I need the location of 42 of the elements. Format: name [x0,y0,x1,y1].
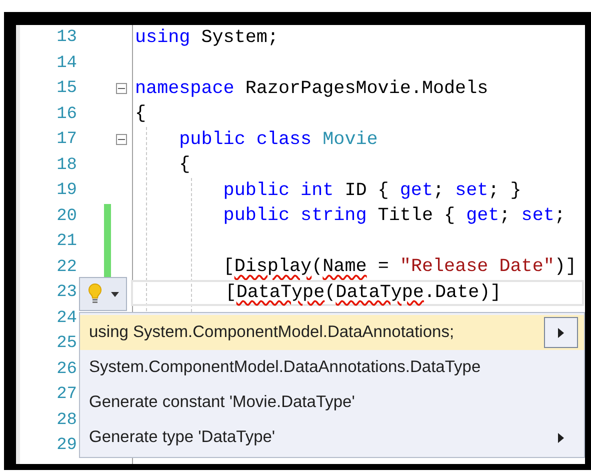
code-line: { [135,105,146,124]
line-number: 13 [56,29,77,46]
line-number: 17 [56,131,77,148]
quick-actions-lightbulb-button[interactable] [79,277,127,311]
collapse-icon[interactable] [116,134,126,146]
quick-action-label: Generate constant 'Movie.DataType' [89,392,355,414]
line-number: 21 [56,233,77,250]
quick-action-item[interactable]: Generate type 'DataType' [80,420,584,455]
caret-icon [110,292,118,296]
submenu-arrow-icon [558,328,564,338]
submenu-arrow-icon [558,432,564,442]
code-line: public int ID { get; set; } [222,182,522,200]
line-number: 16 [56,106,77,123]
code-line: namespace RazorPagesMovie.Models [135,80,488,98]
quick-action-item[interactable]: using System.ComponentModel.DataAnnotations; [80,315,584,350]
line-number: 22 [56,258,77,276]
line-number: 23 [56,284,77,302]
code-line: using System; [135,28,278,47]
line-number: 18 [56,156,77,174]
line-number: 15 [56,80,77,98]
code-line: public class Movie [178,130,378,149]
line-number: 29 [56,437,77,454]
quick-action-label: Generate type 'DataType' [89,427,276,448]
quick-action-item[interactable]: System.ComponentModel.DataAnnotations.DataType [80,350,584,385]
line-number: 14 [56,54,77,72]
line-number: 24 [56,310,77,327]
submenu-button[interactable] [544,317,578,348]
line-number: 20 [56,208,77,225]
quick-action-label: using System.ComponentModel.DataAnnotations; [89,322,454,344]
code-line: public string Title { get; set; [222,207,566,226]
quick-action-item[interactable]: Generate constant 'Movie.DataType' [80,385,584,420]
quick-action-label: System.ComponentModel.DataAnnotations.DataType [89,357,481,378]
code-line: [Display(Name = "Release Date")] [222,258,576,276]
code-line: { [178,156,190,174]
line-number: 28 [56,412,77,429]
collapse-icon[interactable] [116,83,126,94]
line-number: 26 [56,360,77,378]
line-number: 19 [56,182,77,200]
lightbulb-icon [88,283,102,305]
line-number: 25 [56,335,77,352]
code-line: [DataType(DataType.Date)] [224,284,502,302]
line-number: 27 [56,386,77,404]
